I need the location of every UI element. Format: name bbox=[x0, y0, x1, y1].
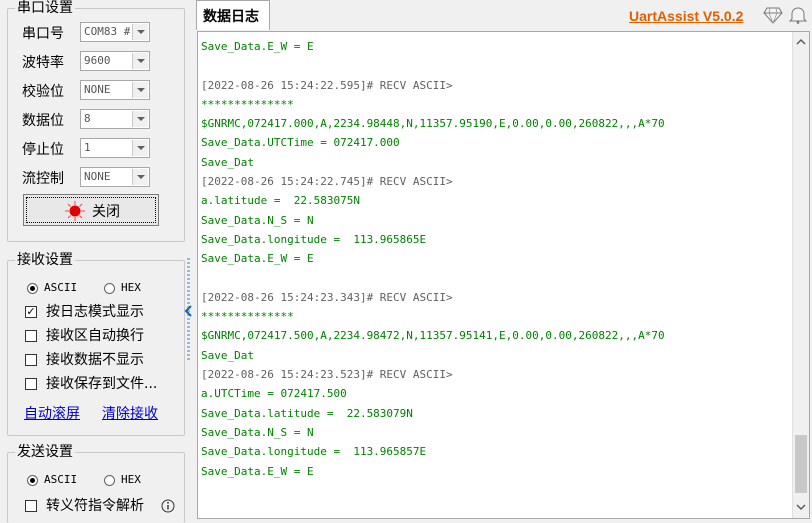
log-mode-label[interactable]: 按日志模式显示 bbox=[46, 303, 144, 321]
chevron-down-icon[interactable] bbox=[132, 169, 148, 185]
serial-settings-title: 串口设置 bbox=[15, 0, 75, 16]
log-line: ************** bbox=[201, 310, 294, 324]
log-line: ************** bbox=[201, 97, 294, 111]
log-line: $GNRMC,072417.500,A,2234.98472,N,11357.9… bbox=[201, 329, 665, 343]
hide-data-checkbox[interactable] bbox=[25, 354, 37, 366]
port-select[interactable]: COM83 #US bbox=[80, 22, 150, 42]
auto-scroll-link[interactable]: 自动滚屏 bbox=[24, 403, 80, 423]
baud-select[interactable]: 9600 bbox=[80, 51, 150, 71]
tab-data-log[interactable]: 数据日志 bbox=[196, 0, 270, 30]
flow-value: NONE bbox=[84, 170, 111, 183]
save-file-label[interactable]: 接收保存到文件... bbox=[46, 375, 157, 393]
scroll-down-icon[interactable] bbox=[796, 503, 806, 511]
info-icon[interactable] bbox=[161, 499, 175, 513]
receive-hex-label[interactable]: HEX bbox=[121, 281, 141, 295]
stopbits-label: 停止位 bbox=[22, 142, 64, 158]
chevron-down-icon[interactable] bbox=[132, 24, 148, 40]
receive-ascii-radio[interactable] bbox=[27, 283, 38, 294]
databits-select[interactable]: 8 bbox=[80, 109, 150, 129]
bell-icon[interactable] bbox=[788, 6, 808, 24]
chevron-down-icon[interactable] bbox=[132, 140, 148, 156]
log-line: Save_Data.E_W = E bbox=[201, 40, 314, 53]
log-line: Save_Dat bbox=[201, 155, 254, 169]
log-line: a.latitude = 22.583075N bbox=[201, 194, 360, 208]
stopbits-select[interactable]: 1 bbox=[80, 138, 150, 158]
log-line: [2022-08-26 15:24:23.343]# RECV ASCII> bbox=[201, 290, 453, 304]
log-line: Save_Data.E_W = E bbox=[201, 464, 314, 478]
baud-label: 波特率 bbox=[22, 55, 64, 71]
escape-parse-checkbox[interactable] bbox=[25, 500, 37, 512]
chevron-down-icon[interactable] bbox=[132, 82, 148, 98]
chevron-down-icon[interactable] bbox=[132, 53, 148, 69]
databits-label: 数据位 bbox=[22, 113, 64, 129]
close-button-label: 关闭 bbox=[92, 204, 120, 220]
clear-receive-link[interactable]: 清除接收 bbox=[102, 403, 158, 423]
collapse-left-icon[interactable] bbox=[184, 304, 194, 318]
log-line: $GNRMC,072417.000,A,2234.98448,N,11357.9… bbox=[201, 117, 665, 131]
stopbits-value: 1 bbox=[84, 141, 91, 154]
baud-value: 9600 bbox=[84, 54, 111, 67]
receive-settings-title: 接收设置 bbox=[15, 252, 75, 268]
send-hex-label[interactable]: HEX bbox=[121, 473, 141, 487]
flow-label: 流控制 bbox=[22, 171, 64, 187]
receive-log-area[interactable]: Save_Data.E_W = E [2022-08-26 15:24:22.5… bbox=[197, 31, 810, 519]
log-line: a.UTCTime = 072417.500 bbox=[201, 387, 347, 401]
auto-wrap-label[interactable]: 接收区自动换行 bbox=[46, 327, 144, 345]
close-port-button[interactable]: 关闭 bbox=[23, 194, 159, 226]
scroll-up-icon[interactable] bbox=[796, 38, 806, 46]
log-line: [2022-08-26 15:24:22.595]# RECV ASCII> bbox=[201, 78, 453, 92]
log-line: Save_Dat bbox=[201, 348, 254, 362]
send-hex-radio[interactable] bbox=[104, 475, 115, 486]
flow-select[interactable]: NONE bbox=[80, 167, 150, 187]
send-ascii-radio[interactable] bbox=[27, 475, 38, 486]
app-title-link[interactable]: UartAssist V5.0.2 bbox=[629, 8, 743, 24]
log-mode-checkbox[interactable]: ✓ bbox=[25, 306, 37, 318]
parity-label: 校验位 bbox=[22, 84, 64, 100]
log-line: Save_Data.longitude = 113.965865E bbox=[201, 232, 427, 246]
hide-data-label[interactable]: 接收数据不显示 bbox=[46, 351, 144, 369]
port-status-icon bbox=[65, 201, 85, 221]
log-line: Save_Data.E_W = E bbox=[201, 252, 314, 266]
parity-value: NONE bbox=[84, 83, 111, 96]
log-line: [2022-08-26 15:24:23.523]# RECV ASCII> bbox=[201, 368, 453, 382]
log-line: [2022-08-26 15:24:22.745]# RECV ASCII> bbox=[201, 175, 453, 189]
escape-parse-label[interactable]: 转义符指令解析 bbox=[46, 497, 144, 515]
databits-value: 8 bbox=[84, 112, 91, 125]
parity-select[interactable]: NONE bbox=[80, 80, 150, 100]
log-line: Save_Data.longitude = 113.965857E bbox=[201, 445, 427, 459]
log-line: Save_Data.latitude = 22.583079N bbox=[201, 406, 413, 420]
save-file-checkbox[interactable] bbox=[25, 378, 37, 390]
send-ascii-label[interactable]: ASCII bbox=[44, 473, 77, 487]
port-label: 串口号 bbox=[22, 26, 64, 42]
port-value: COM83 #US bbox=[84, 25, 130, 38]
diamond-icon[interactable] bbox=[763, 6, 783, 24]
receive-hex-radio[interactable] bbox=[104, 283, 115, 294]
log-line: Save_Data.N_S = N bbox=[201, 213, 314, 227]
chevron-down-icon[interactable] bbox=[132, 111, 148, 127]
log-line: Save_Data.UTCTime = 072417.000 bbox=[201, 136, 400, 150]
auto-wrap-checkbox[interactable] bbox=[25, 330, 37, 342]
log-vertical-scrollbar[interactable] bbox=[792, 32, 809, 518]
log-lines: Save_Data.E_W = E [2022-08-26 15:24:22.5… bbox=[201, 37, 781, 481]
tab-data-log-label: 数据日志 bbox=[203, 9, 259, 25]
receive-ascii-label[interactable]: ASCII bbox=[44, 281, 77, 295]
send-settings-title: 发送设置 bbox=[15, 444, 75, 460]
log-line: Save_Data.N_S = N bbox=[201, 425, 314, 439]
scroll-thumb[interactable] bbox=[795, 435, 807, 493]
